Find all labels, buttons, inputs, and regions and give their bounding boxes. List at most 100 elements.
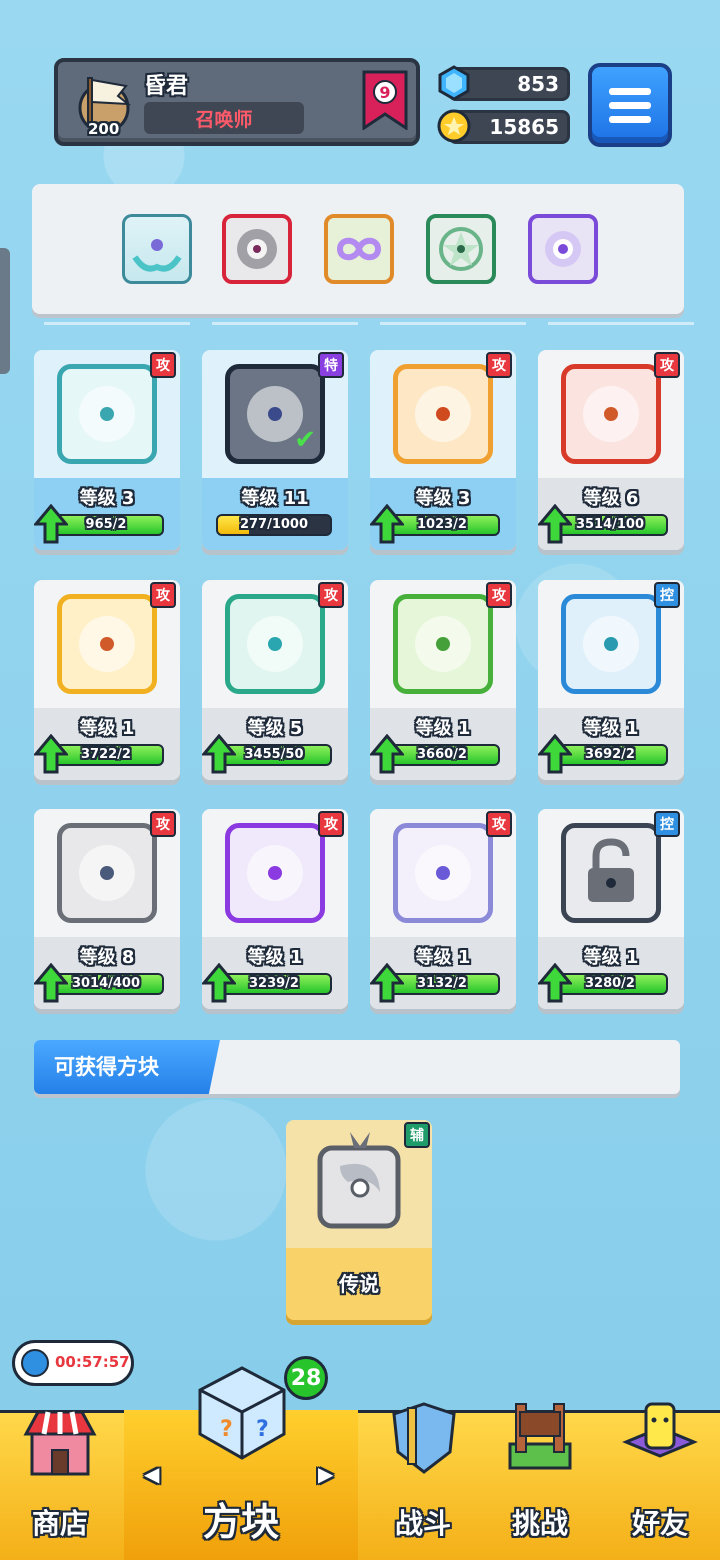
upgrade-progress-bar: 277/1000: [216, 514, 332, 536]
type-tag: 攻: [486, 582, 512, 608]
blocks-notification-badge: 28: [284, 1356, 328, 1400]
red-vortex-icon: [237, 229, 277, 269]
upgrade-arrow-icon[interactable]: [538, 962, 574, 1003]
type-tag: 攻: [150, 582, 176, 608]
coin-icon: [437, 109, 471, 143]
nav-battle-label: 战斗: [394, 1507, 451, 1540]
divider: [380, 322, 526, 325]
upgrade-arrow-icon[interactable]: [370, 962, 406, 1003]
upgrade-arrow-icon[interactable]: [370, 733, 406, 774]
stopwatch-icon: [21, 1349, 49, 1377]
obtainable-title: 可获得方块: [34, 1040, 220, 1094]
rainbow-infinity-icon: [336, 237, 382, 261]
upgrade-arrow-icon[interactable]: [202, 962, 238, 1003]
block-card[interactable]: 攻等级 8 3014/400: [34, 809, 180, 1009]
block-card[interactable]: 攻等级 3 1023/2: [370, 350, 516, 550]
fire-burst-icon: [561, 364, 661, 464]
block-card[interactable]: 攻等级 1 3660/2: [370, 580, 516, 780]
block-card[interactable]: 控等级 1 3280/2: [538, 809, 684, 1009]
upgrade-arrow-icon[interactable]: [202, 733, 238, 774]
block-card[interactable]: 攻等级 1 3239/2: [202, 809, 348, 1009]
block-card[interactable]: 攻等级 3 965/2: [34, 350, 180, 550]
upgrade-arrow-icon[interactable]: [538, 503, 574, 544]
challenge-fence-icon: [508, 1403, 572, 1470]
nav-blocks-label: 方块: [202, 1500, 279, 1544]
gear-icon: [57, 823, 157, 923]
nav-challenge[interactable]: 挑战: [482, 1403, 598, 1560]
type-tag: 攻: [150, 352, 176, 378]
equipped-check-icon: ✔: [294, 425, 316, 455]
lightning-icon: [57, 594, 157, 694]
nav-next-arrow-icon[interactable]: ▶: [318, 1462, 333, 1486]
obtainable-rarity-label: 传说: [339, 1272, 379, 1296]
block-card[interactable]: ✔ 特等级 11 277/1000: [202, 350, 348, 550]
menu-icon: [609, 87, 651, 95]
type-tag: 攻: [486, 352, 512, 378]
side-edge-tab[interactable]: [0, 248, 10, 374]
player-profile-panel[interactable]: 200 昏君 召唤师 9: [54, 58, 420, 146]
battle-shield-icon: [392, 1402, 456, 1474]
poison-icon: [393, 594, 493, 694]
type-tag: 控: [654, 582, 680, 608]
mystery-icon: [393, 823, 493, 923]
block-level: 等级 11: [241, 488, 309, 509]
equipped-slot-4[interactable]: [426, 214, 496, 284]
gem-icon: [438, 65, 470, 101]
friends-character-icon: [622, 1402, 698, 1458]
nav-prev-arrow-icon[interactable]: ◀: [144, 1462, 159, 1486]
type-tag: 攻: [318, 582, 344, 608]
player-name: 昏君: [144, 74, 189, 99]
blocks-cube-icon: ? ?: [198, 1366, 286, 1460]
equipped-slot-1[interactable]: [122, 214, 192, 284]
ice-icon: [561, 594, 661, 694]
green-star-icon: [439, 227, 483, 271]
upgrade-arrow-icon[interactable]: [34, 733, 70, 774]
divider: [44, 322, 190, 325]
block-card[interactable]: 攻等级 1 3132/2: [370, 809, 516, 1009]
heal-hands-icon: [132, 239, 182, 272]
player-title: 召唤师: [144, 102, 304, 134]
upgrade-arrow-icon[interactable]: [370, 503, 406, 544]
nav-friends[interactable]: 好友: [600, 1402, 720, 1560]
upgrade-arrow-icon[interactable]: [34, 962, 70, 1003]
rotation-icon: [225, 823, 325, 923]
nav-shop-label: 商店: [31, 1507, 88, 1540]
lock-icon: [561, 823, 661, 923]
equipped-slot-5[interactable]: [528, 214, 598, 284]
heal-hands-icon: ✔: [225, 364, 325, 464]
divider: [212, 322, 358, 325]
divider: [548, 322, 694, 325]
obtainable-type-tag: 辅: [404, 1122, 430, 1148]
upgrade-arrow-icon[interactable]: [538, 733, 574, 774]
timer-bubble[interactable]: 00:57:57: [12, 1340, 134, 1386]
type-tag: 攻: [654, 352, 680, 378]
block-card[interactable]: 控等级 1 3692/2: [538, 580, 684, 780]
rank-ribbon-icon: 9: [362, 70, 408, 130]
player-level: 200: [88, 120, 120, 138]
silver-dragon-moon-icon: [317, 1132, 401, 1229]
upgrade-arrow-icon[interactable]: [34, 503, 70, 544]
block-card[interactable]: 攻等级 6 3514/100: [538, 350, 684, 550]
obtainable-section-header: 可获得方块: [34, 1040, 680, 1094]
equipped-slot-2[interactable]: [222, 214, 292, 284]
timer-text: 00:57:57: [55, 1353, 130, 1371]
nav-battle[interactable]: 战斗: [362, 1402, 484, 1560]
nav-friends-label: 好友: [631, 1507, 688, 1540]
shop-icon: [23, 1410, 97, 1476]
nav-challenge-label: 挑战: [511, 1507, 568, 1540]
svg-text:?: ?: [256, 1417, 269, 1442]
type-tag: 攻: [318, 811, 344, 837]
wind-icon: [225, 594, 325, 694]
type-tag: 控: [654, 811, 680, 837]
obtainable-block-card[interactable]: 辅 传说: [286, 1120, 432, 1320]
block-card[interactable]: 攻等级 1 3722/2: [34, 580, 180, 780]
svg-text:?: ?: [220, 1417, 233, 1442]
equipped-slot-3[interactable]: [324, 214, 394, 284]
menu-button[interactable]: [588, 63, 672, 147]
nav-shop[interactable]: 商店: [0, 1410, 120, 1560]
block-card[interactable]: 攻等级 5 3455/50: [202, 580, 348, 780]
progress-text: 277/1000: [239, 517, 309, 532]
cyan-splash-icon: [57, 364, 157, 464]
type-tag: 攻: [150, 811, 176, 837]
type-tag: 特: [318, 352, 344, 378]
